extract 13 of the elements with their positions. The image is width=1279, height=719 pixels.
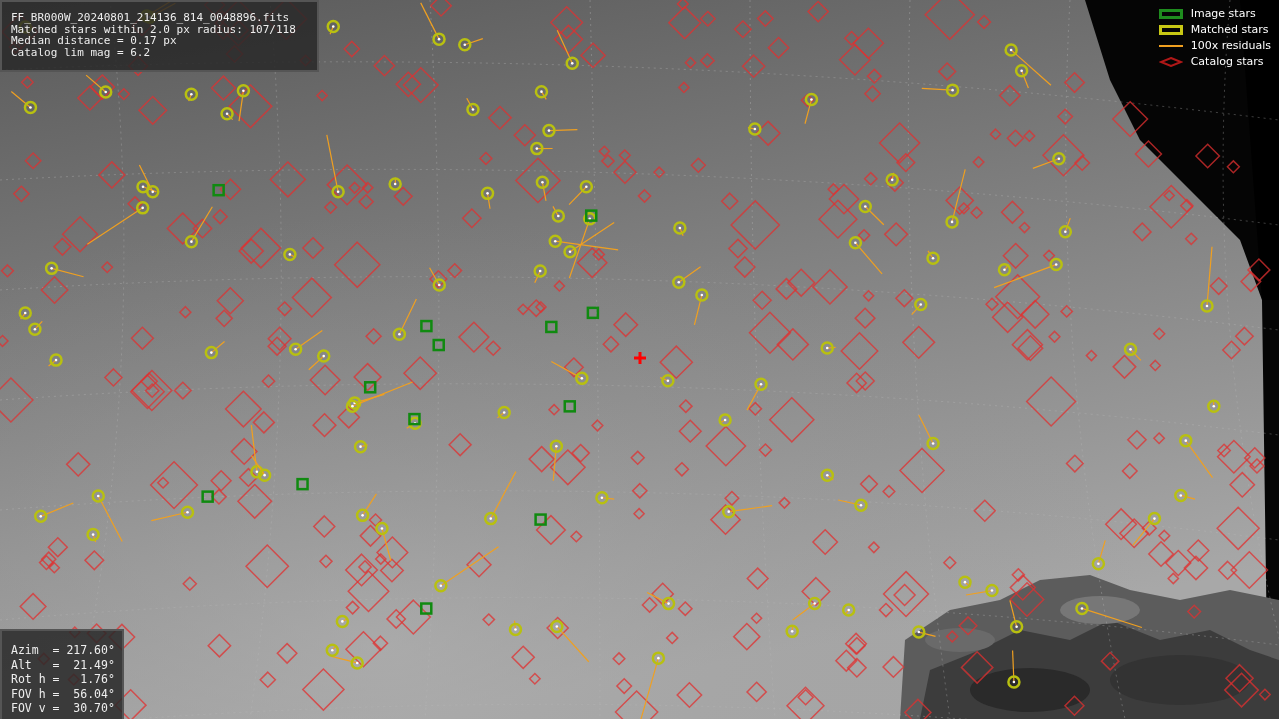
legend-label: 100x residuals [1190, 37, 1271, 54]
legend-label: Image stars [1190, 5, 1256, 22]
legend-label: Catalog stars [1190, 53, 1264, 70]
info-text: Alt = 21.49° [11, 657, 116, 672]
info-text: Azim = 217.60° [11, 643, 116, 658]
legend-label: Matched stars [1190, 21, 1269, 38]
info-text: FOV v = 30.70° [11, 701, 116, 716]
info-text: Rot h = 1.76° [11, 672, 116, 687]
info-text: FF_BR000W_20240801_214136_814_0048896.fits [11, 12, 291, 24]
info-text: FOV h = 56.04° [11, 686, 116, 701]
info-text: Median distance = 0.17 px [11, 35, 177, 47]
info-text: Matched stars within 2.0 px radius: 107/118 [11, 23, 297, 35]
info-text: Catalog lim mag = 6.2 [11, 46, 152, 58]
